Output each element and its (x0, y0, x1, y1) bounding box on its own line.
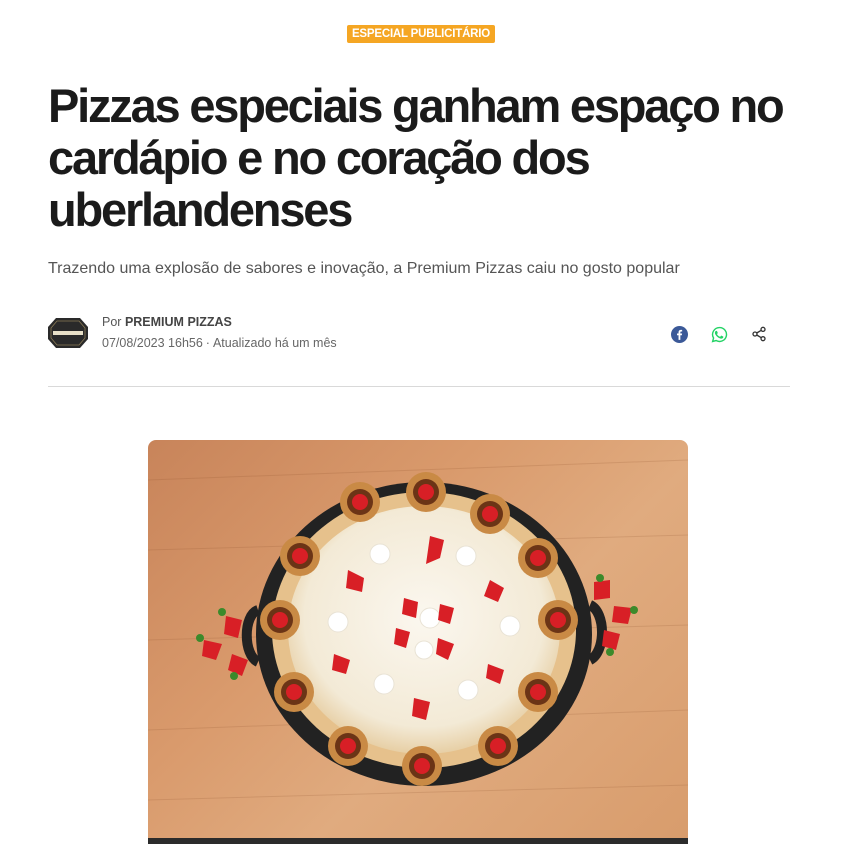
share-facebook-button[interactable] (669, 324, 689, 344)
share-whatsapp-button[interactable] (709, 324, 729, 344)
byline-prefix: Por (102, 315, 122, 329)
facebook-icon (670, 325, 688, 343)
author-row: Por PREMIUM PIZZAS 07/08/2023 16h56 · Atua… (48, 312, 790, 356)
byline: Por PREMIUM PIZZAS (102, 315, 232, 329)
article-image[interactable] (148, 440, 688, 844)
author-avatar[interactable] (48, 316, 88, 350)
publish-date: 07/08/2023 16h56 (102, 336, 203, 350)
updated-text: Atualizado há um mês (212, 336, 337, 350)
article-title: Pizzas especiais ganham espaço no cardáp… (48, 79, 785, 236)
image-caption-bar (148, 838, 688, 844)
sponsored-badge: ESPECIAL PUBLICITÁRIO (346, 25, 496, 43)
date-separator: · (205, 336, 210, 350)
author-name[interactable]: PREMIUM PIZZAS (125, 315, 232, 329)
header-divider (48, 386, 790, 387)
pizza-photo-illustration (148, 459, 688, 801)
whatsapp-icon (711, 326, 727, 342)
share-generic-button[interactable] (749, 324, 769, 344)
article-subtitle: Trazendo uma explosão de sabores e inova… (48, 260, 680, 277)
avatar-logo-icon (48, 318, 88, 348)
share-icon (752, 326, 766, 342)
dateline: 07/08/2023 16h56 · Atualizado há um mês (102, 336, 337, 350)
badge-wrapper: ESPECIAL PUBLICITÁRIO (0, 24, 842, 43)
